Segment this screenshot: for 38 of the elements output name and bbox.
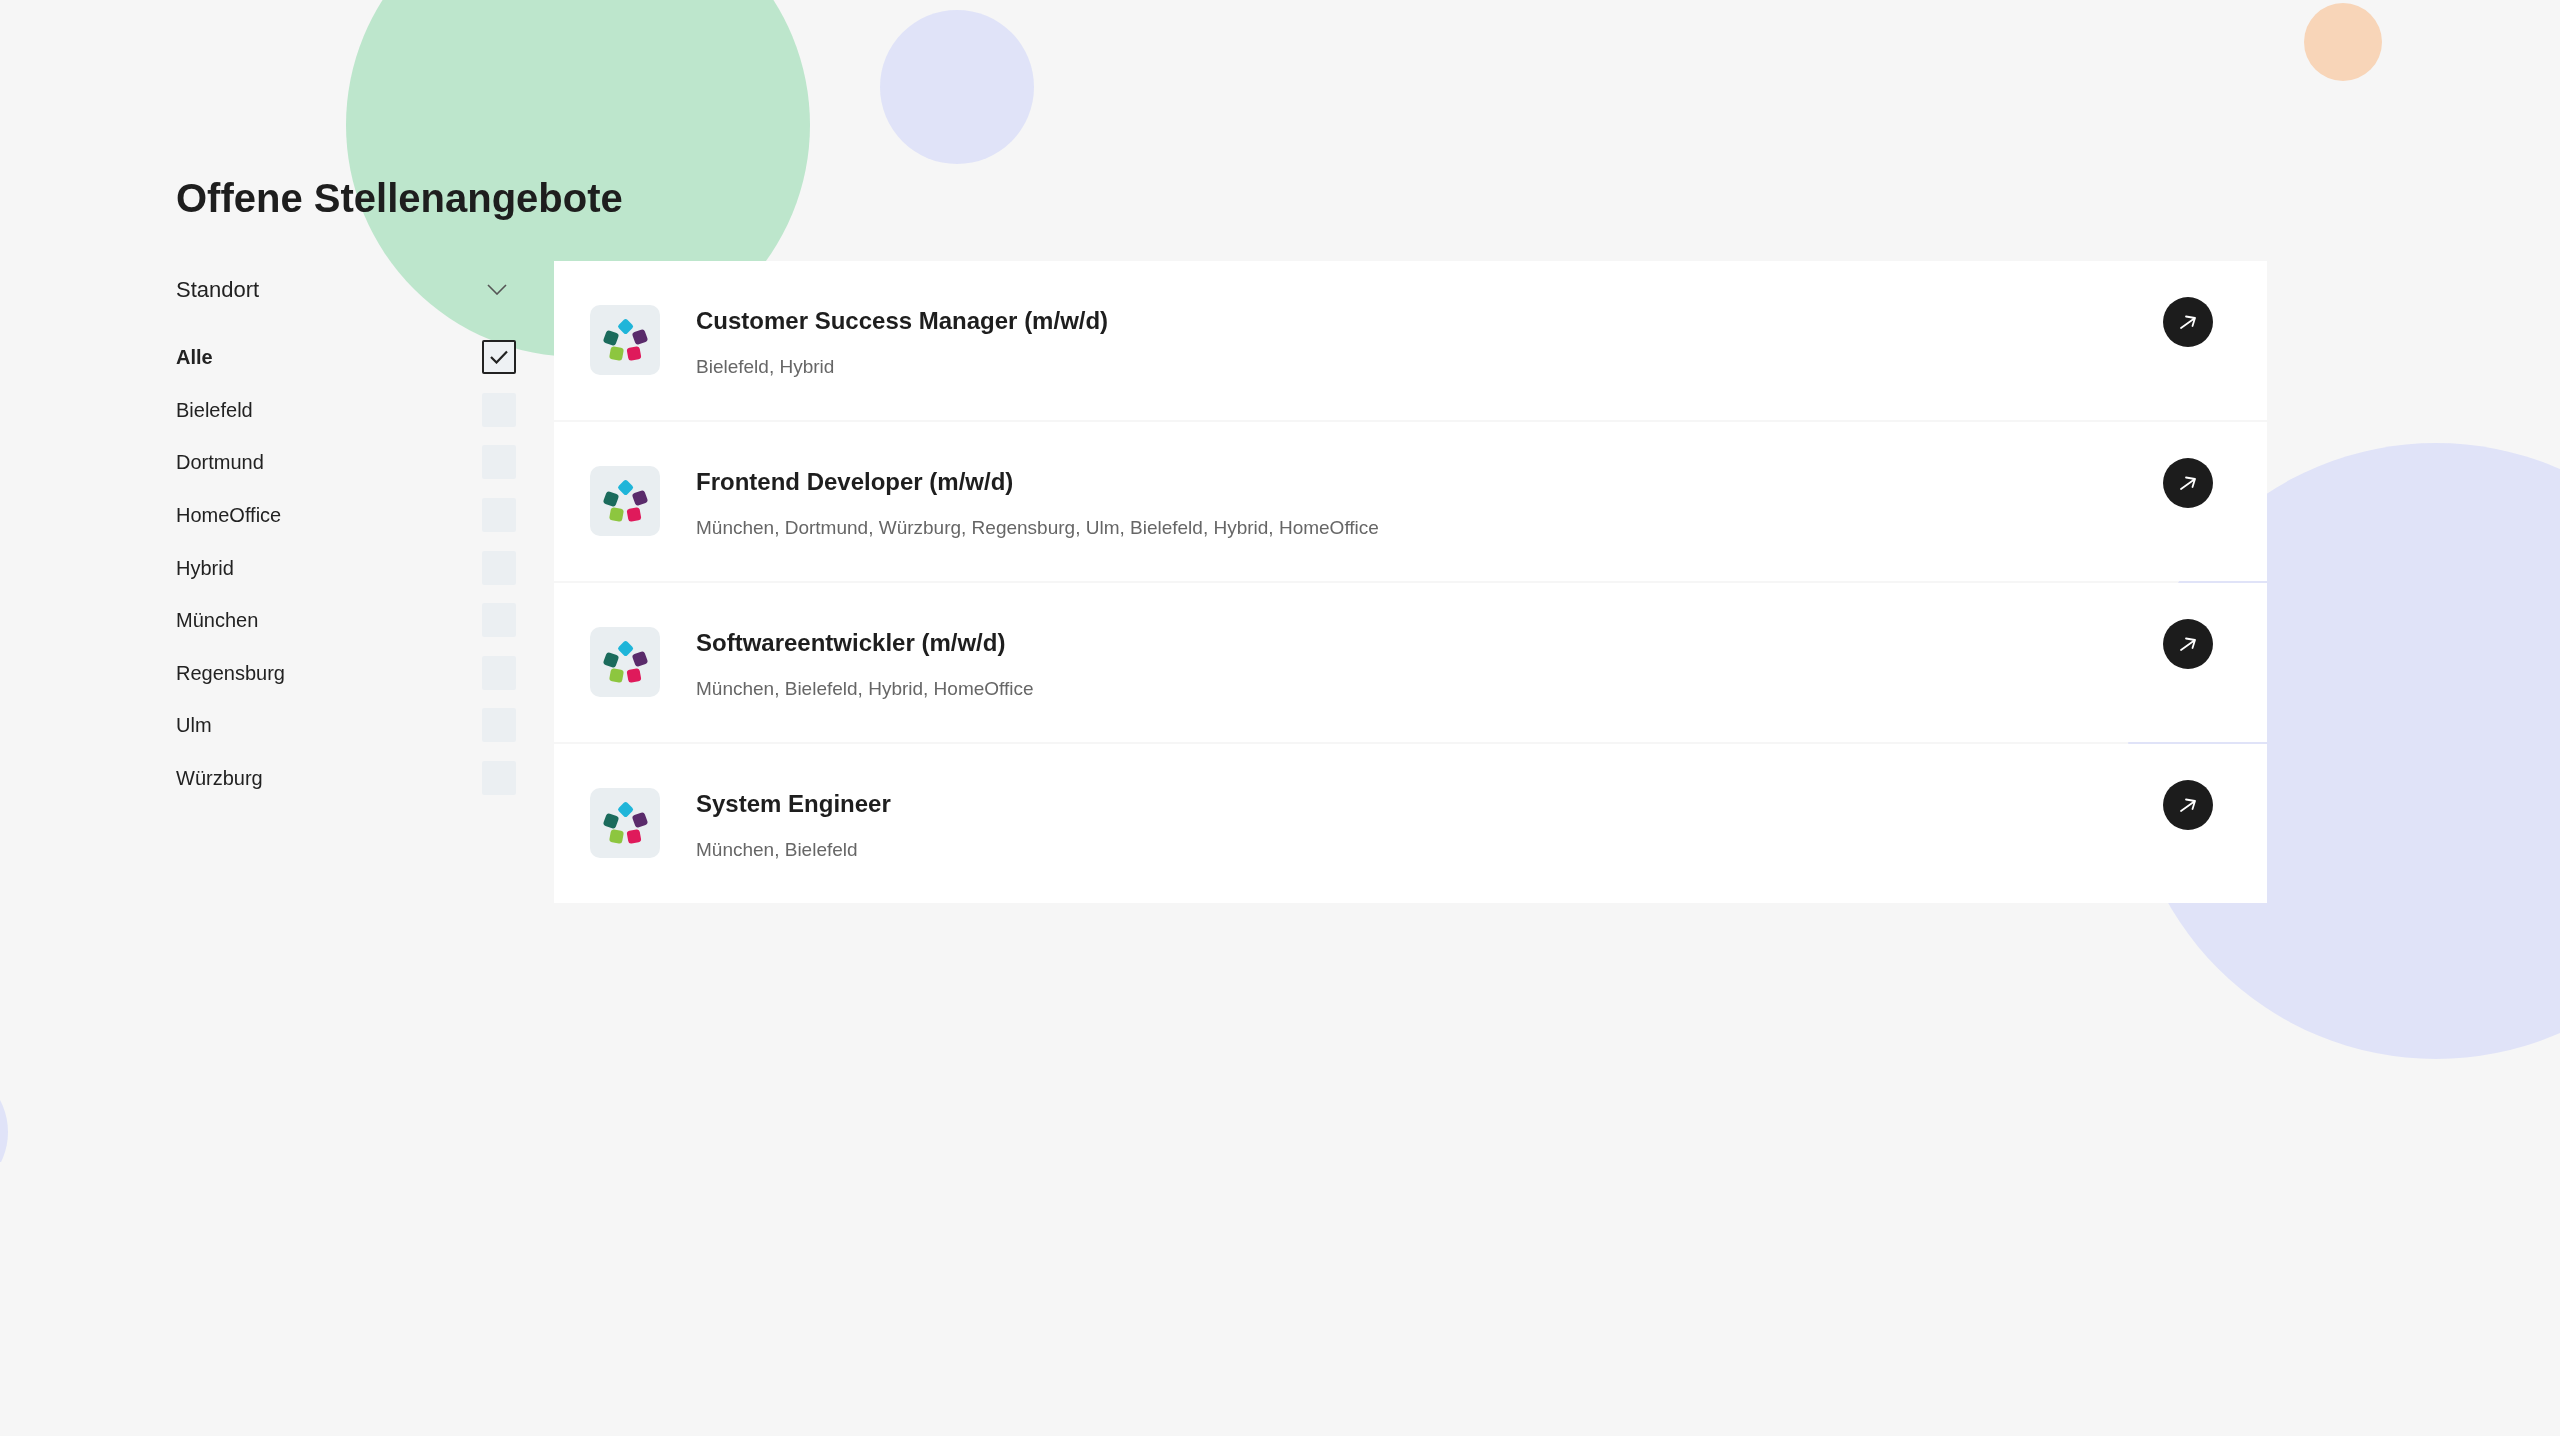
checkbox-label: München [176,608,259,634]
job-title: Frontend Developer (m/w/d) [696,467,1014,497]
job-list-item[interactable]: Softwareentwickler (m/w/d) München, Bielefeld, Hybrid, HomeOffice [554,583,2267,742]
checkbox-label: Hybrid [176,555,234,581]
job-list-item[interactable]: Frontend Developer (m/w/d) München, Dortmund, Würzburg, Regensburg, Ulm, Bielefeld, Hybrid, HomeOffice [554,422,2267,581]
job-title: Customer Success Manager (m/w/d) [696,306,1109,336]
job-title: Softwareentwickler (m/w/d) [696,628,1006,658]
job-list-item[interactable]: System Engineer München, Bielefeld [554,744,2267,903]
checkbox-label: Alle [176,345,213,371]
arrow-icon [2179,797,2197,813]
checkbox-label: Regensburg [176,660,285,686]
checkbox-label: Dortmund [176,450,264,476]
checkbox-label: Bielefeld [176,397,253,423]
checkmark-icon [490,350,508,365]
checkbox-label: HomeOffice [176,503,282,529]
checkbox[interactable] [482,340,516,375]
job-title: System Engineer [696,789,891,819]
page-title: Offene Stellenangebote [176,175,623,222]
job-locations: Bielefeld, Hybrid [696,355,835,379]
logo-icon [590,466,660,536]
checkbox-label: Würzburg [176,766,263,792]
open-job-button[interactable] [2163,458,2213,508]
logo-icon [590,788,660,858]
job-locations: München, Bielefeld, Hybrid, HomeOffice [696,677,1034,701]
job-locations: München, Bielefeld [696,838,858,862]
filter-dropdown-toggle[interactable]: Standort [176,261,516,317]
job-list-item[interactable]: Customer Success Manager (m/w/d) Bielefeld, Hybrid [554,261,2267,420]
chevron-down-icon [487,283,507,295]
checkbox-label: Ulm [176,713,212,739]
logo-icon [590,305,660,375]
open-job-button[interactable] [2163,780,2213,830]
open-job-button[interactable] [2163,297,2213,347]
job-locations: München, Dortmund, Würzburg, Regensburg, Ulm, Bielefeld, Hybrid, HomeOffice [696,516,1379,540]
arrow-icon [2179,636,2197,652]
open-job-button[interactable] [2163,619,2213,669]
logo-icon [590,627,660,697]
arrow-icon [2179,314,2197,330]
arrow-icon [2179,475,2197,491]
